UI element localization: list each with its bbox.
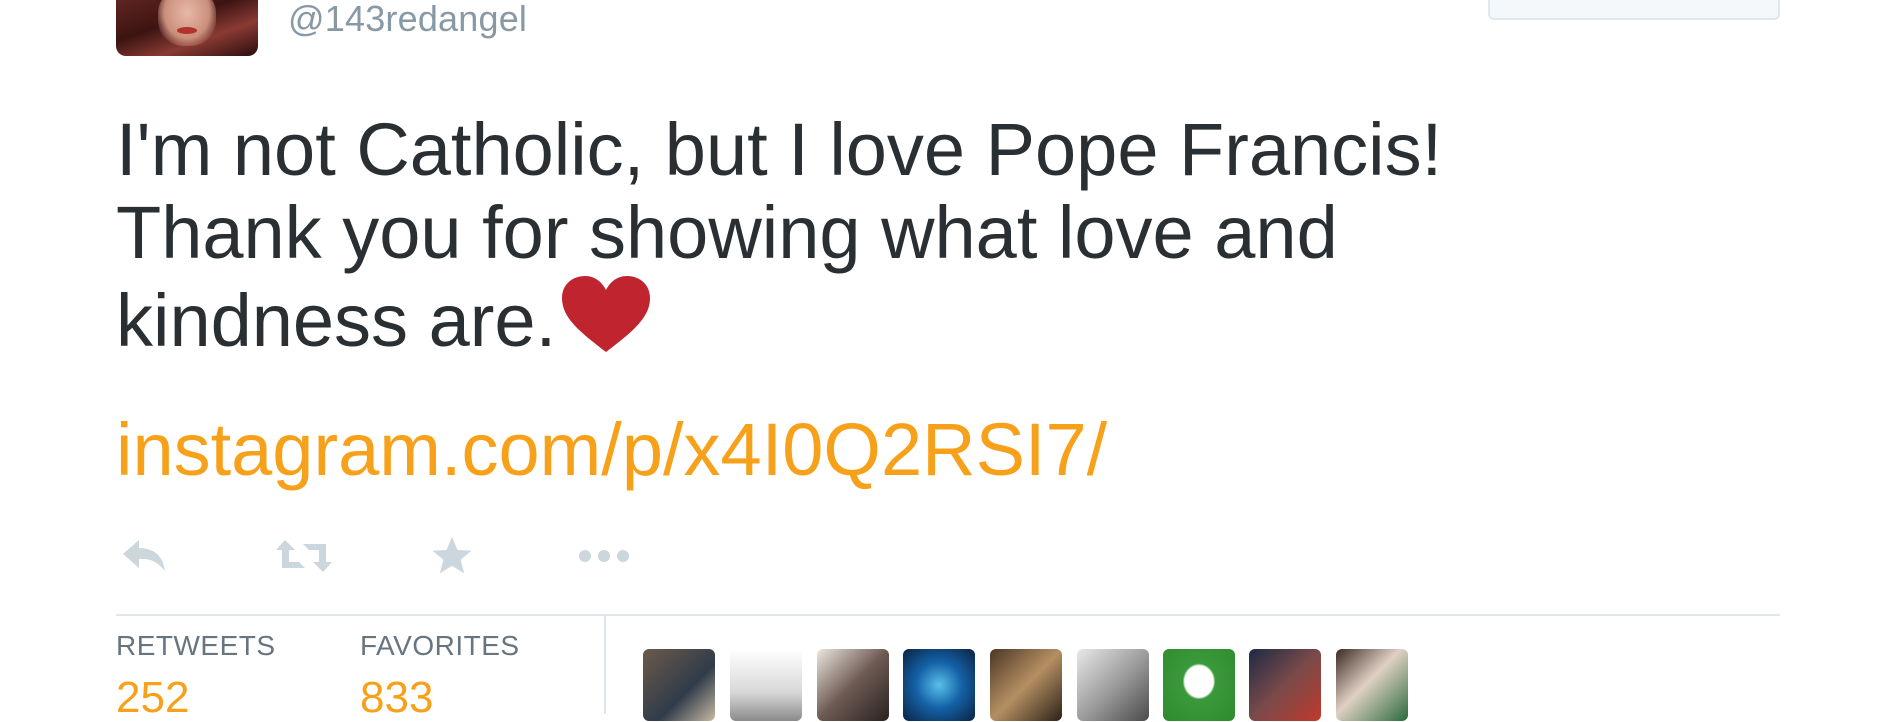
retweets-label: RETWEETS [116,630,276,661]
retweet-icon [276,540,332,572]
favoriter-avatar[interactable] [1336,649,1408,721]
stats-vertical-divider [604,614,606,714]
red-heart-emoji-icon [562,276,651,352]
favorites-stat[interactable]: FAVORITES 833 [360,630,520,720]
favoriter-avatar[interactable] [1249,649,1321,721]
retweets-stat[interactable]: RETWEETS 252 [116,630,276,720]
retweets-count: 252 [116,673,190,722]
favorites-count: 833 [360,673,434,722]
favoriter-avatar[interactable] [990,649,1062,721]
favorite-button[interactable] [422,528,482,584]
stats-divider [116,614,1780,616]
tweet-line-2: Thank you for showing what love and [116,191,1338,274]
tweet-line-3: kindness are. [116,274,1796,362]
more-button[interactable] [574,528,634,584]
favoriter-avatar[interactable] [730,649,802,721]
user-handle[interactable]: @143redangel [288,0,527,40]
more-icon [579,550,629,562]
favoriter-avatar[interactable] [817,649,889,721]
favoriter-avatar[interactable] [1163,649,1235,721]
reply-button[interactable] [114,528,174,584]
favoriter-avatar[interactable] [903,649,975,721]
tweet-text: I'm not Catholic, but I love Pope Franci… [116,108,1796,362]
tweet-line-3-text: kindness are. [116,279,557,362]
retweet-button[interactable] [274,528,334,584]
tweet-link[interactable]: instagram.com/p/x4I0Q2RSI7/ [116,408,1107,491]
follow-button[interactable] [1488,0,1780,20]
avatar[interactable] [116,0,258,56]
favorites-label: FAVORITES [360,630,520,661]
reply-icon [123,540,165,571]
favoriter-avatar[interactable] [643,649,715,721]
avatar-detail [177,27,197,34]
favoriter-avatar[interactable] [1077,649,1149,721]
star-icon [432,537,472,574]
tweet-line-1: I'm not Catholic, but I love Pope Franci… [116,108,1443,191]
